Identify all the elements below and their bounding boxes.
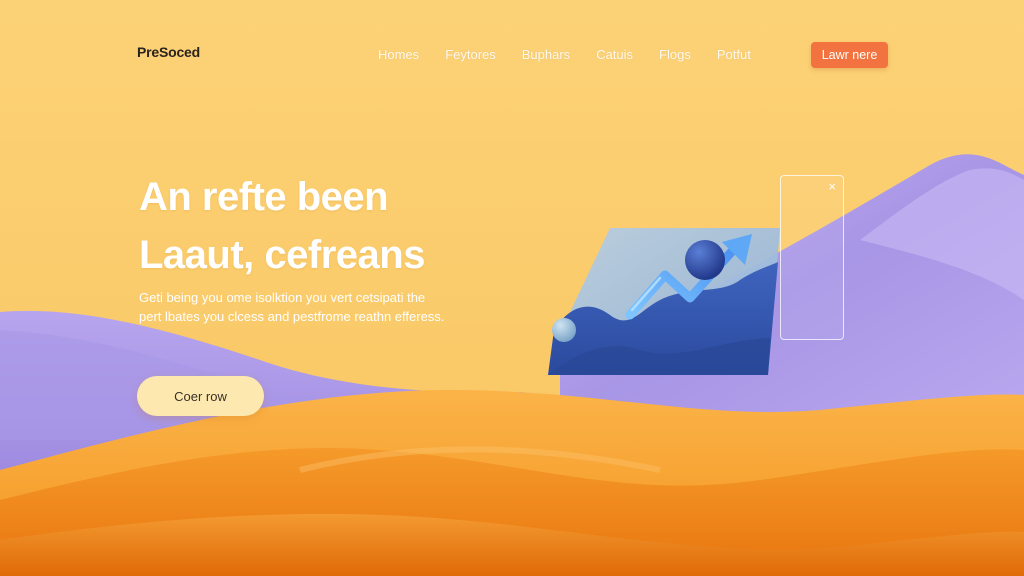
- close-icon[interactable]: ×: [828, 180, 836, 194]
- hero-title-line-2: Laaut, cefreans: [139, 233, 425, 277]
- hero-subtitle-line-1: Geti being you ome isolktion you vert ce…: [139, 290, 426, 305]
- learn-more-button[interactable]: Lawr nere: [811, 42, 888, 68]
- main-nav: Homes Feytores Buphars Catuis Flogs Potf…: [378, 47, 777, 62]
- brand-logo[interactable]: PreSoced: [137, 44, 200, 60]
- sphere-large: [685, 240, 725, 280]
- nav-item-feytores[interactable]: Feytores: [445, 47, 496, 62]
- growth-chart-illustration: [548, 228, 780, 375]
- sphere-small: [552, 318, 576, 342]
- hero-subtitle: Geti being you ome isolktion you vert ce…: [139, 288, 499, 326]
- nav-item-potfut[interactable]: Potfut: [717, 47, 751, 62]
- nav-item-catuis[interactable]: Catuis: [596, 47, 633, 62]
- nav-item-buphars[interactable]: Buphars: [522, 47, 570, 62]
- hero-subtitle-line-2: pert lbates you clcess and pestfrome rea…: [139, 309, 445, 324]
- nav-item-flogs[interactable]: Flogs: [659, 47, 691, 62]
- hero-title-line-1: An refte been: [139, 175, 389, 219]
- nav-item-homes[interactable]: Homes: [378, 47, 419, 62]
- hero-title: An refte been Laaut, cefreans: [139, 168, 425, 284]
- hero-cta-button[interactable]: Coer row: [137, 376, 264, 416]
